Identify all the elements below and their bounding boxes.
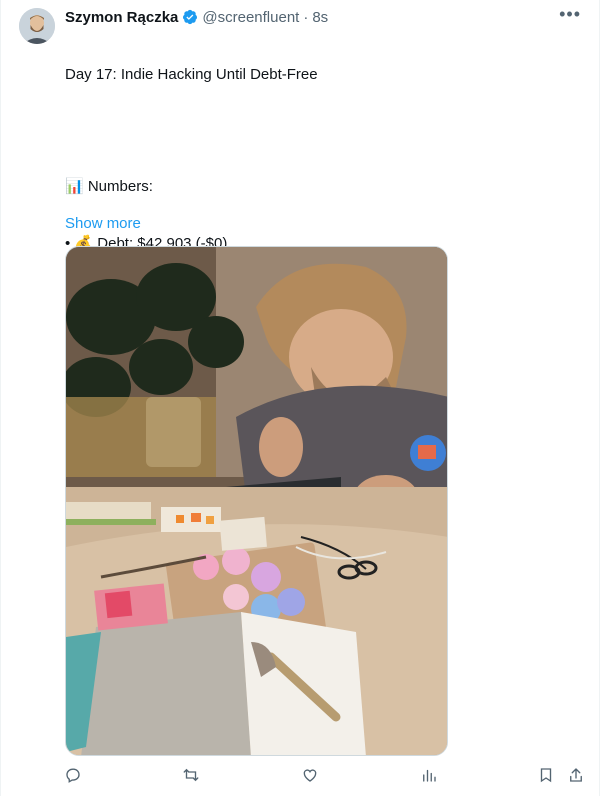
like-icon[interactable] [301,766,321,786]
avatar[interactable] [19,8,55,44]
show-more-link[interactable]: Show more [65,215,141,232]
tweet-header: Szymon Rączka @screenfluent · 8s [65,7,328,27]
tweet-line [65,122,585,141]
more-options-icon[interactable]: ••• [559,5,581,23]
action-bar [1,760,600,792]
tweet: Szymon Rączka @screenfluent · 8s ••• Day… [0,0,600,796]
photo-illustration [66,247,447,755]
verified-badge-icon [182,9,198,25]
timestamp[interactable]: 8s [312,9,328,26]
author-handle[interactable]: @screenfluent [202,9,299,26]
tweet-photo[interactable] [65,246,448,756]
tweet-line: 📊 Numbers: [65,178,153,196]
author-name[interactable]: Szymon Rączka [65,9,178,26]
share-icon[interactable] [567,766,587,786]
retweet-icon[interactable] [182,766,202,786]
separator-dot: · [303,8,309,26]
bookmark-icon[interactable] [537,766,557,786]
views-icon[interactable] [420,766,440,786]
reply-icon[interactable] [64,766,84,786]
tweet-line: Day 17: Indie Hacking Until Debt-Free [65,65,318,83]
